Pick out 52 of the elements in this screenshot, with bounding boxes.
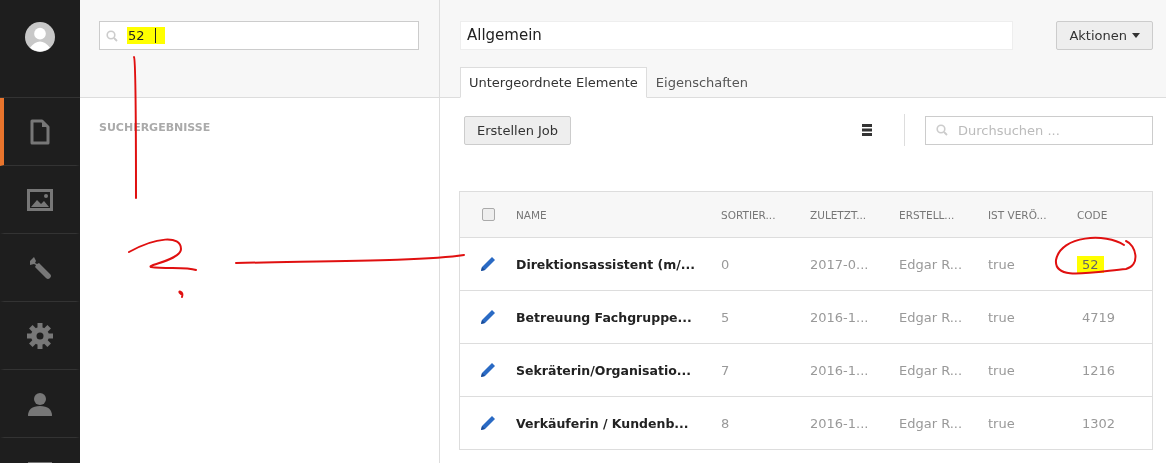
select-all-checkbox[interactable] bbox=[481, 208, 495, 221]
column-header[interactable]: ZULETZT... bbox=[810, 208, 867, 221]
table-cell: true bbox=[988, 309, 1015, 325]
search-query: 52 bbox=[127, 27, 165, 44]
tab[interactable]: Untergeordnete Elemente bbox=[460, 67, 647, 98]
column-header[interactable]: CODE bbox=[1077, 208, 1108, 221]
table-cell-text: 4719 bbox=[1081, 308, 1117, 326]
column-header[interactable]: IST VERÖ... bbox=[988, 208, 1047, 221]
table-cell: 2016-1... bbox=[810, 415, 869, 431]
tab[interactable]: Eigenschaften bbox=[646, 67, 757, 98]
pencil-icon[interactable] bbox=[479, 414, 497, 432]
table-cell: true bbox=[988, 256, 1015, 272]
document-icon bbox=[30, 118, 50, 145]
table-cell: 52 bbox=[1077, 255, 1104, 273]
table-cell: Sekräterin/Organisatio... bbox=[516, 362, 692, 378]
pencil-icon[interactable] bbox=[479, 308, 497, 326]
pencil-icon[interactable] bbox=[479, 361, 497, 379]
table-cell: Edgar R... bbox=[899, 256, 963, 272]
image-icon bbox=[27, 188, 53, 211]
list-view-icon[interactable] bbox=[862, 124, 872, 136]
table-cell: 7 bbox=[721, 362, 730, 378]
table-cell-text: 1216 bbox=[1081, 361, 1117, 379]
table-cell: 2016-1... bbox=[810, 362, 869, 378]
settings-icon bbox=[27, 322, 53, 349]
table-cell: Direktionsassistent (m/... bbox=[516, 256, 696, 272]
filter-field[interactable]: Durchsuchen ... bbox=[925, 115, 1153, 145]
caret-icon bbox=[1132, 33, 1140, 38]
table-cell: 2016-1... bbox=[810, 309, 869, 325]
search-icon bbox=[106, 29, 118, 42]
table-cell: 2017-0... bbox=[810, 256, 869, 272]
avatar-icon[interactable] bbox=[25, 21, 55, 52]
table-cell: true bbox=[988, 362, 1015, 378]
create-job-button[interactable]: Erstellen Job bbox=[464, 115, 572, 145]
table-cell: 5 bbox=[721, 309, 730, 325]
table-cell: 8 bbox=[721, 415, 730, 431]
table-cell: Edgar R... bbox=[899, 362, 963, 378]
pencil-icon[interactable] bbox=[479, 255, 497, 273]
column-header[interactable]: ERSTELL... bbox=[899, 208, 955, 221]
table-cell: Betreuung Fachgruppe... bbox=[516, 309, 692, 325]
table-cell: Edgar R... bbox=[899, 415, 963, 431]
table-cell-text: 1302 bbox=[1081, 414, 1117, 432]
user-icon bbox=[27, 390, 53, 417]
table-cell: Edgar R... bbox=[899, 309, 963, 325]
search-icon bbox=[936, 124, 948, 136]
column-header[interactable]: NAME bbox=[516, 208, 547, 221]
actions-button[interactable]: Aktionen bbox=[1056, 21, 1153, 50]
table-cell: 0 bbox=[721, 256, 730, 272]
title-field[interactable]: Allgemein bbox=[460, 21, 1013, 50]
table-cell: true bbox=[988, 415, 1015, 431]
column-header[interactable]: SORTIER... bbox=[721, 208, 776, 221]
search-field[interactable]: 52 bbox=[99, 21, 419, 50]
table-cell: Verkäuferin / Kundenb... bbox=[516, 415, 689, 431]
